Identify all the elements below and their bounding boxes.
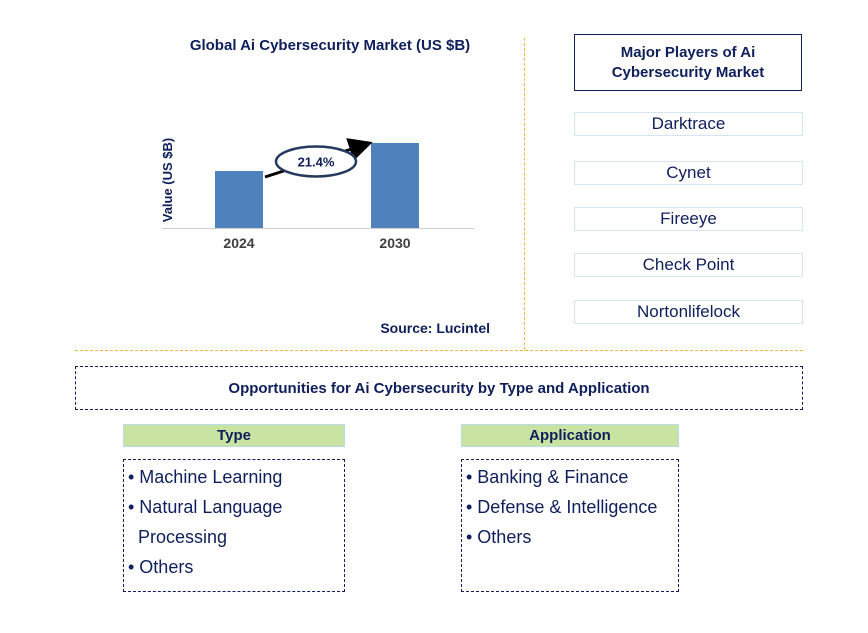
opportunities-title: Opportunities for Ai Cybersecurity by Ty… xyxy=(75,366,803,410)
y-axis-label: Value (US $B) xyxy=(160,138,175,223)
x-tick-label-2030: 2030 xyxy=(379,235,410,251)
bar-2024 xyxy=(215,171,263,228)
player-check-point: Check Point xyxy=(574,253,803,277)
major-players-title: Major Players of Ai Cybersecurity Market xyxy=(574,34,802,91)
source-label: Source: Lucintel xyxy=(380,320,490,336)
horizontal-divider xyxy=(75,350,803,351)
type-item: • Natural Language xyxy=(128,497,283,517)
application-item: • Defense & Intelligence xyxy=(466,497,658,517)
application-item: • Others xyxy=(466,527,532,547)
player-fireeye: Fireeye xyxy=(574,207,803,231)
type-header: Type xyxy=(123,424,345,447)
application-item: • Banking & Finance xyxy=(466,467,629,487)
chart-title: Global Ai Cybersecurity Market (US $B) xyxy=(189,37,471,54)
cagr-label: 21.4% xyxy=(298,155,335,170)
vertical-divider xyxy=(524,38,525,350)
player-darktrace: Darktrace xyxy=(574,112,803,136)
x-tick-label-2024: 2024 xyxy=(223,235,254,251)
type-item: • Machine Learning xyxy=(128,467,283,487)
bar-chart: Value (US $B) 2024 2030 21.4% xyxy=(160,138,474,251)
type-item-continuation: Processing xyxy=(138,527,228,547)
player-nortonlifelock: Nortonlifelock xyxy=(574,300,803,324)
type-list: • Machine Learning • Natural Language Pr… xyxy=(123,459,345,592)
bar-2030 xyxy=(371,143,419,228)
application-list: • Banking & Finance • Defense & Intellig… xyxy=(461,459,679,592)
application-header: Application xyxy=(461,424,679,447)
type-item: • Others xyxy=(128,557,194,577)
player-cynet: Cynet xyxy=(574,161,803,185)
